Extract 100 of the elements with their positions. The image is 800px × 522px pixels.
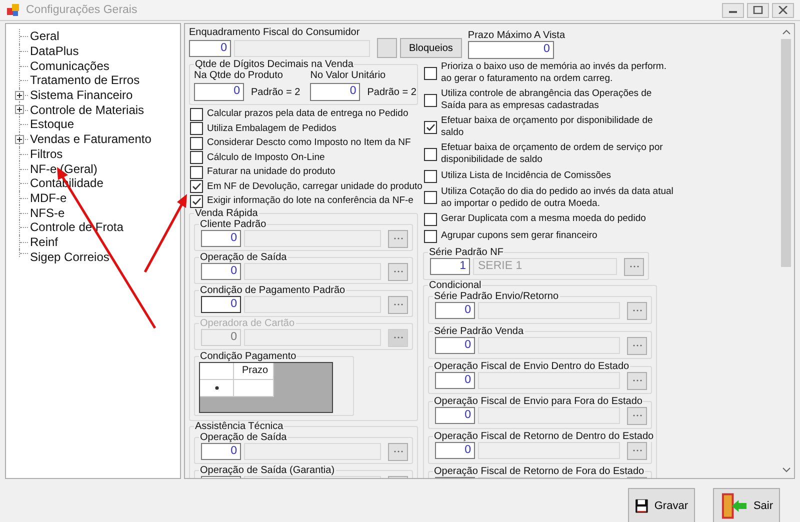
tree-item[interactable]: DataPlus <box>30 44 79 58</box>
code-field[interactable]: 0 <box>189 40 231 56</box>
tree-item[interactable]: MDF-e <box>30 190 67 205</box>
lookup-button[interactable] <box>388 442 408 460</box>
row-header[interactable] <box>200 380 234 396</box>
blank-button[interactable] <box>377 38 397 58</box>
code-field[interactable]: 0 <box>435 407 475 424</box>
code-field[interactable]: 1 <box>430 258 470 275</box>
ellipsis-icon <box>394 336 402 339</box>
close-icon <box>778 6 788 14</box>
code-field[interactable]: 0 <box>201 443 241 460</box>
checkmark-icon <box>191 196 202 206</box>
number-field[interactable]: 0 <box>194 83 244 101</box>
checkbox[interactable]: Calcular prazos pela data de entrega no Pedido <box>190 107 418 120</box>
tree-item[interactable]: Sigep Correios <box>30 250 110 264</box>
ellipsis-icon <box>632 414 642 417</box>
checkbox[interactable]: Utiliza Cotação do dia do pedido ao invés da data atual ao importar o pedido de outra Moeda. <box>424 186 770 210</box>
checkbox[interactable]: Faturar na unidade do produto <box>190 165 418 178</box>
group-label: Assistência Técnica <box>194 420 284 432</box>
tree-item[interactable]: Geral <box>30 29 60 44</box>
minimize-button[interactable] <box>722 2 744 18</box>
group-label: Operação Fiscal de Envio Dentro do Estado <box>433 360 630 372</box>
group-label: Operação Fiscal de Retorno de Fora do Estado <box>433 466 646 476</box>
close-button[interactable] <box>772 2 794 18</box>
tree-item[interactable]: Estoque <box>30 117 74 132</box>
group-label: Condição Pagamento <box>199 350 298 362</box>
grid-cell[interactable] <box>234 380 274 396</box>
lookup-button[interactable] <box>627 372 647 390</box>
checkbox[interactable]: Prioriza o baixo uso de memória ao invés da perform. ao gerar o faturamento na ordem carreg. <box>424 61 770 85</box>
group-label: Série Padrão Envio/Retorno <box>433 290 560 302</box>
scroll-thumb[interactable] <box>781 39 791 267</box>
checkbox[interactable]: Efetuar baixa de orçamento por disponibilidade de saldo <box>424 115 770 139</box>
checkbox[interactable]: Efetuar baixa de orçamento de ordem de serviço por disponibilidade de saldo <box>424 142 770 166</box>
description-field[interactable] <box>478 372 620 389</box>
code-field[interactable]: 0 <box>435 442 475 459</box>
code-field[interactable]: 0 <box>435 372 475 389</box>
tree-item[interactable]: Controle de Materiais <box>30 102 144 117</box>
group-label: Venda Rápida <box>194 208 258 218</box>
tree-item[interactable]: Controle de Frota <box>30 220 124 234</box>
group-label: Condição de Pagamento Padrão <box>199 284 346 296</box>
data-grid[interactable]: Prazo <box>199 362 333 412</box>
code-field[interactable]: 0 <box>435 337 475 354</box>
description-field[interactable] <box>244 263 381 280</box>
checkbox[interactable]: Exigir informação do lote na conferência da NF-e <box>190 194 418 208</box>
code-field[interactable]: 0 <box>201 230 241 247</box>
expand-icon[interactable] <box>15 134 24 144</box>
scroll-up-icon[interactable] <box>782 29 790 35</box>
lookup-button[interactable] <box>624 258 644 276</box>
description-field[interactable] <box>478 407 620 424</box>
lookup-button[interactable] <box>388 262 408 280</box>
lookup-button[interactable] <box>388 296 408 314</box>
bloqueios-button[interactable]: Bloqueios <box>400 38 462 58</box>
lookup-button[interactable] <box>627 406 647 424</box>
description-field[interactable] <box>234 40 370 56</box>
code-field[interactable]: 0 <box>201 296 241 313</box>
code-field[interactable]: 0 <box>201 263 241 280</box>
checkbox[interactable]: Gerar Duplicata com a mesma moeda do pedido <box>424 212 770 226</box>
number-field[interactable]: 0 <box>310 83 360 101</box>
default-note: Padrão = 2 <box>367 86 416 98</box>
tree-item[interactable]: Reinf <box>30 234 58 249</box>
checkbox[interactable]: Agrupar cupons sem gerar financeiro <box>424 229 770 242</box>
ellipsis-icon <box>630 265 638 268</box>
corner-header <box>200 362 234 380</box>
prazo-field[interactable]: 0 <box>468 41 554 59</box>
code-field[interactable]: 0 <box>435 302 475 319</box>
lookup-button[interactable] <box>627 302 647 320</box>
description-field[interactable] <box>244 296 381 313</box>
group-label: Série Padrão Venda <box>433 326 525 336</box>
column-header[interactable]: Prazo <box>234 362 274 380</box>
exit-button[interactable]: Sair <box>713 488 780 522</box>
description-field[interactable] <box>478 337 620 354</box>
checkbox[interactable]: Utiliza Lista de Incidência de Comissões <box>424 169 770 182</box>
description-field[interactable] <box>478 302 620 319</box>
tree-item[interactable]: NFS-e <box>30 206 65 220</box>
tree-item[interactable]: Filtros <box>30 146 63 161</box>
description-field[interactable] <box>478 442 620 459</box>
checkbox[interactable]: Utiliza controle de abrangência das Operações de Saída para as empresas cadastradas <box>424 88 770 112</box>
app-icon <box>6 3 20 17</box>
expand-icon[interactable] <box>15 90 24 100</box>
lookup-button[interactable] <box>388 230 408 248</box>
save-button[interactable]: Gravar <box>628 488 695 522</box>
description-field[interactable] <box>244 443 381 460</box>
lookup-button[interactable] <box>627 336 647 354</box>
lookup-button[interactable] <box>627 442 647 460</box>
checkbox[interactable]: Utiliza Embalagem de Pedidos <box>190 122 418 135</box>
maximize-button[interactable] <box>747 2 769 18</box>
tree-item[interactable]: Vendas e Faturamento <box>30 132 152 146</box>
checkbox[interactable]: Considerar Descto como Imposto no Item da NF <box>190 136 418 150</box>
checkbox[interactable]: Cálculo de Imposto On-Line <box>190 150 418 164</box>
field-label: Na Qtde do Produto <box>194 70 284 81</box>
description-field[interactable] <box>244 230 381 247</box>
scroll-down-icon[interactable] <box>782 467 790 473</box>
expand-icon[interactable] <box>15 105 24 114</box>
tree-item[interactable]: Sistema Financeiro <box>30 88 133 102</box>
tree-item[interactable]: Tratamento de Erros <box>30 73 140 88</box>
group-label: Operação Fiscal de Envio para Fora do Estado <box>433 396 644 406</box>
tree-item[interactable]: Comunicações <box>30 58 110 73</box>
group-label: Operação de Saída <box>199 432 288 442</box>
ellipsis-icon <box>394 270 402 273</box>
ellipsis-icon <box>632 379 642 382</box>
